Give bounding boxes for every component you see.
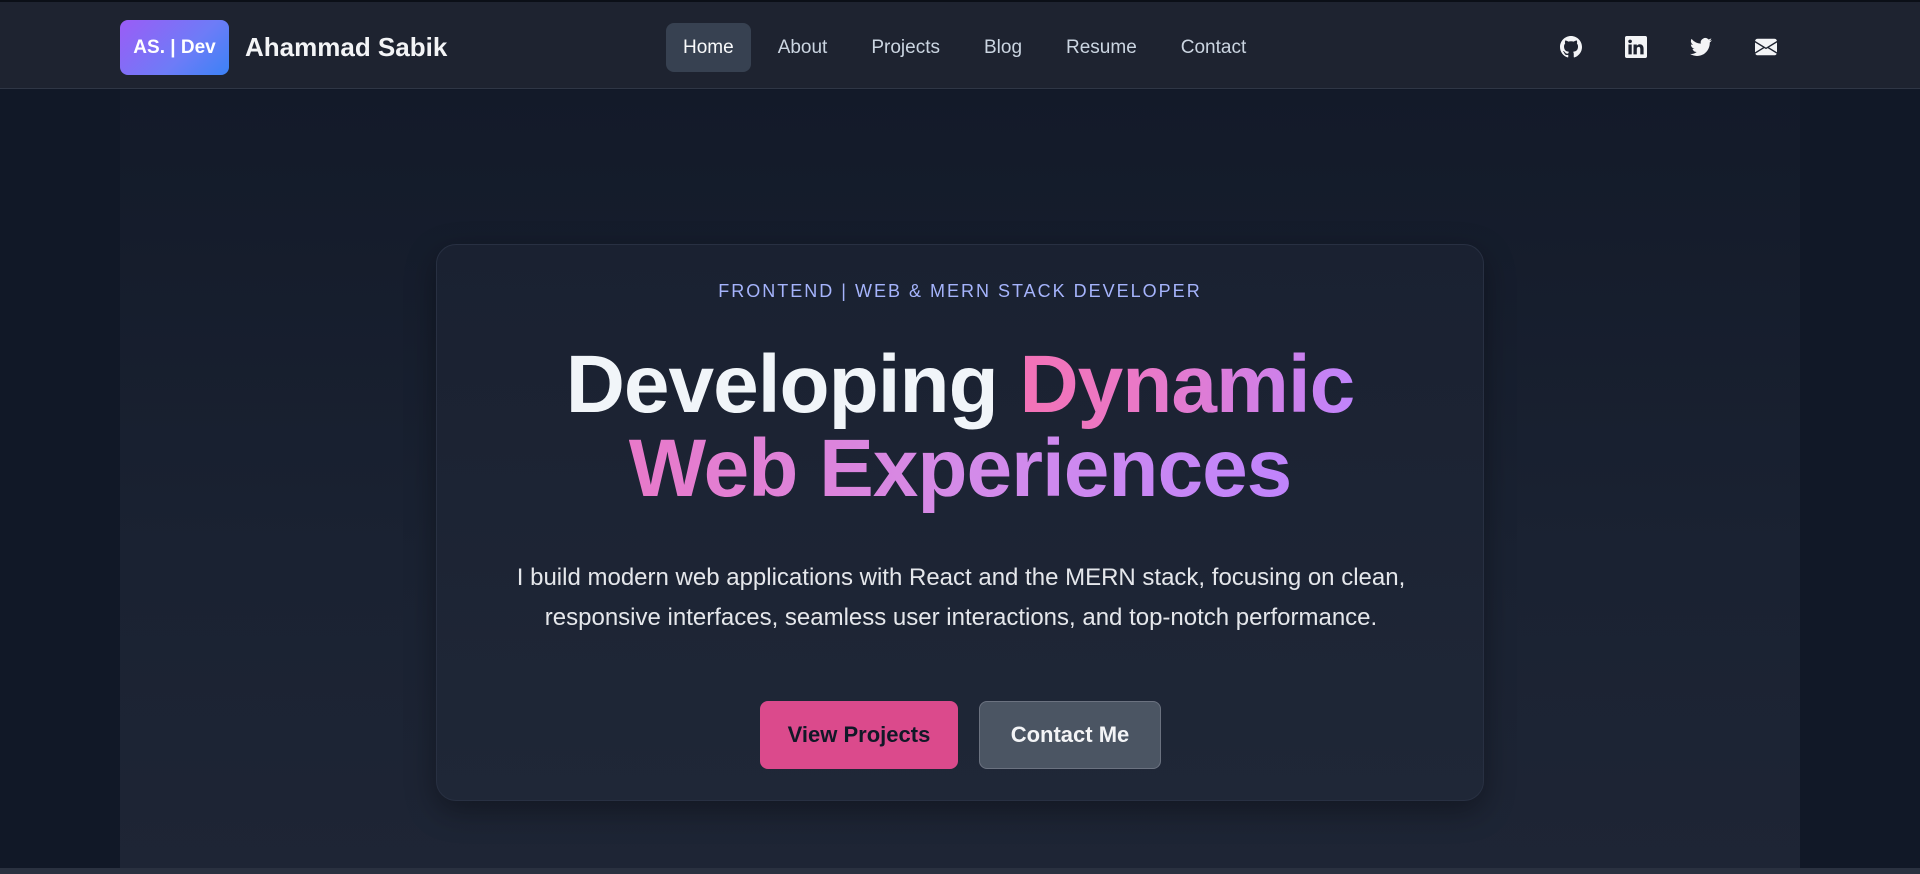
hero-description: I build modern web applications with Rea… — [516, 564, 1406, 631]
nav-link-contact[interactable]: Contact — [1164, 23, 1263, 72]
headline-word-developing: Developing — [565, 339, 999, 430]
top-navbar: AS. | Dev Ahammad Sabik Home About Proje… — [0, 0, 1920, 89]
twitter-icon[interactable] — [1690, 36, 1712, 58]
hero-card: FRONTEND | WEB & MERN STACK DEVELOPER De… — [436, 244, 1484, 801]
github-icon[interactable] — [1560, 36, 1582, 58]
logo-badge[interactable]: AS. | Dev — [120, 20, 229, 75]
envelope-icon[interactable] — [1755, 36, 1777, 58]
bottom-divider — [0, 868, 1920, 874]
hero-eyebrow: FRONTEND | WEB & MERN STACK DEVELOPER — [718, 281, 1202, 301]
hero-headline: Developing Dynamic Web Experiences — [437, 343, 1483, 511]
linkedin-icon[interactable] — [1625, 36, 1647, 58]
headline-word-dynamic: Dynamic — [1019, 339, 1355, 430]
nav-link-home[interactable]: Home — [666, 23, 751, 72]
nav-link-blog[interactable]: Blog — [967, 23, 1039, 72]
social-links — [1560, 29, 1777, 65]
nav-link-projects[interactable]: Projects — [854, 23, 957, 72]
contact-me-button[interactable]: Contact Me — [979, 701, 1161, 769]
view-projects-button[interactable]: View Projects — [760, 701, 958, 769]
nav-link-about[interactable]: About — [761, 23, 845, 72]
nav-links: Home About Projects Blog Resume Contact — [666, 23, 1263, 72]
headline-line-two: Web Experiences — [628, 423, 1293, 514]
nav-link-resume[interactable]: Resume — [1049, 23, 1154, 72]
brand-name[interactable]: Ahammad Sabik — [245, 31, 447, 63]
